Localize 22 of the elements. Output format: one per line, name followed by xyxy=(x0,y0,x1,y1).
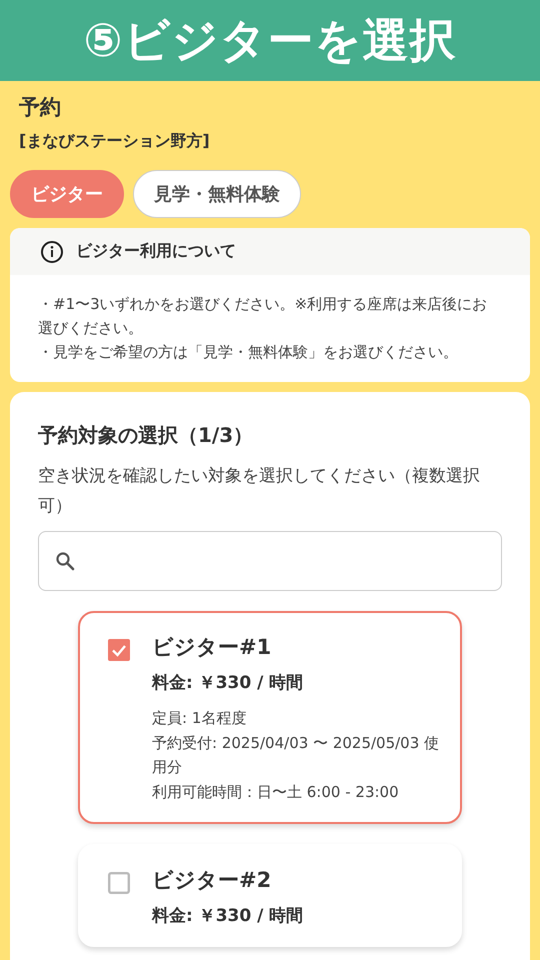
notice-title: ビジター利用について xyxy=(76,241,236,262)
option-name: ビジター#2 xyxy=(152,867,272,894)
option-card[interactable]: ビジター#2 料金: ￥330 / 時間 xyxy=(78,844,462,947)
page-title: 予約 xyxy=(18,94,62,121)
notice-text: ・#1〜3いずれかをお選びください。※利用する座席は来店後にお選びください。 xyxy=(38,294,488,339)
option-price: 料金: ￥330 / 時間 xyxy=(152,672,304,694)
option-detail: 予約受付: 2025/04/03 〜 2025/05/03 使用分 xyxy=(152,732,440,778)
checkbox[interactable] xyxy=(108,639,130,661)
section-description: 空き状況を確認したい対象を選択してください（複数選択可） xyxy=(38,465,481,518)
checkbox[interactable] xyxy=(108,872,130,894)
option-card[interactable]: ビジター#1 料金: ￥330 / 時間 定員: 1名程度 予約受付: 2025/04/03 〜 2025/05/03 使用分 利用可能時間：日〜土 6:00 - 23:00 xyxy=(78,611,462,824)
info-icon xyxy=(40,240,64,264)
search-field[interactable] xyxy=(38,531,502,591)
location-label: [まなびステーション野方] xyxy=(18,131,211,152)
notice-text: ・見学をご希望の方は「見学・無料体験」をお選びください。 xyxy=(38,342,459,363)
section-title: 予約対象の選択（1/3） xyxy=(38,422,254,449)
option-detail: 利用可能時間：日〜土 6:00 - 23:00 xyxy=(152,782,400,802)
banner-title: ⑤ビジターを選択 xyxy=(84,12,456,68)
option-price: 料金: ￥330 / 時間 xyxy=(152,905,304,927)
option-name: ビジター#1 xyxy=(152,634,272,661)
tab[interactable]: 見学・無料体験 xyxy=(133,170,301,218)
option-detail: 定員: 1名程度 xyxy=(152,708,248,729)
